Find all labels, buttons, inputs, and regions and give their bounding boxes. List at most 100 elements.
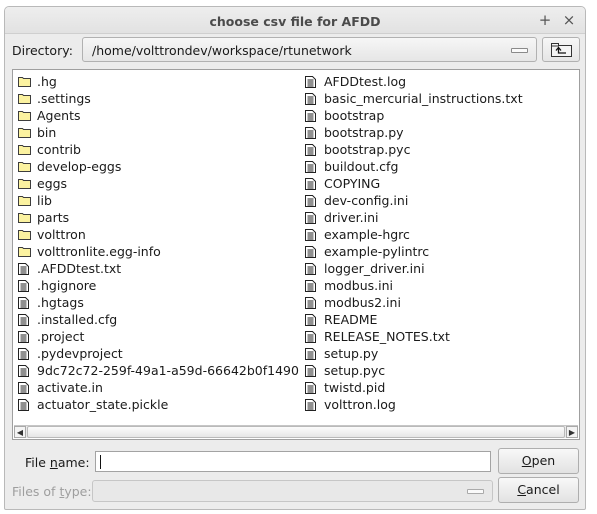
file-item[interactable]: activate.in (18, 379, 299, 396)
folder-item[interactable]: .settings (18, 90, 299, 107)
file-name: bootstrap.pyc (324, 142, 411, 157)
file-item[interactable]: .hgtags (18, 294, 299, 311)
file-name: AFDDtest.log (324, 74, 407, 89)
files-of-type-combo (92, 480, 493, 502)
cancel-button-mnemonic: C (517, 482, 527, 497)
file-item[interactable]: example-hgrc (305, 226, 523, 243)
document-icon (305, 209, 318, 226)
title-bar[interactable]: choose csv file for AFDD + × (5, 7, 585, 34)
file-item[interactable]: actuator_state.pickle (18, 396, 299, 413)
file-name: parts (37, 210, 70, 225)
folder-item[interactable]: volttron (18, 226, 299, 243)
document-icon (18, 260, 31, 277)
folder-item[interactable]: develop-eggs (18, 158, 299, 175)
file-name-label-mnemonic: n (49, 455, 58, 470)
file-column-left: .hg .settings Agents bin contrib develop-eggs… (18, 73, 299, 413)
file-item[interactable]: .hgignore (18, 277, 299, 294)
cancel-button[interactable]: Cancel (498, 477, 579, 503)
folder-item[interactable]: contrib (18, 141, 299, 158)
directory-combo[interactable]: /home/volttrondev/workspace/rtunetwork (82, 37, 537, 62)
open-button-mnemonic: O (521, 453, 532, 468)
document-icon (305, 396, 318, 413)
folder-icon (18, 209, 31, 226)
folder-icon (18, 192, 31, 209)
document-icon (305, 141, 318, 158)
folder-item[interactable]: lib (18, 192, 299, 209)
file-name-label-pre: File (25, 455, 50, 470)
file-name-input[interactable] (95, 451, 491, 472)
scroll-left-button[interactable]: ◀ (14, 426, 26, 438)
document-icon (18, 396, 31, 413)
document-icon (305, 226, 318, 243)
document-icon (305, 158, 318, 175)
file-item[interactable]: bootstrap.pyc (305, 141, 523, 158)
file-item[interactable]: README (305, 311, 523, 328)
file-name: volttron (37, 227, 86, 242)
document-icon (18, 277, 31, 294)
file-name: setup.pyc (324, 363, 386, 378)
file-name-label-post: ame: (57, 455, 90, 470)
file-item[interactable]: volttron.log (305, 396, 523, 413)
file-name: .installed.cfg (37, 312, 118, 327)
scroll-right-button[interactable]: ▶ (566, 426, 578, 438)
file-name: basic_mercurial_instructions.txt (324, 91, 523, 106)
file-item[interactable]: .pydevproject (18, 345, 299, 362)
file-item[interactable]: setup.py (305, 345, 523, 362)
document-icon (18, 379, 31, 396)
file-item[interactable]: modbus2.ini (305, 294, 523, 311)
folder-icon (18, 158, 31, 175)
directory-label: Directory: (12, 43, 73, 58)
file-item[interactable]: logger_driver.ini (305, 260, 523, 277)
file-item[interactable]: COPYING (305, 175, 523, 192)
file-item[interactable]: bootstrap (305, 107, 523, 124)
combo-handle-icon (467, 489, 484, 494)
file-name: Agents (37, 108, 81, 123)
file-name: .pydevproject (37, 346, 123, 361)
file-name: contrib (37, 142, 81, 157)
file-item[interactable]: driver.ini (305, 209, 523, 226)
file-item[interactable]: modbus.ini (305, 277, 523, 294)
document-icon (305, 107, 318, 124)
scrollbar-thumb[interactable] (27, 426, 565, 438)
file-item[interactable]: .project (18, 328, 299, 345)
file-name: buildout.cfg (324, 159, 399, 174)
folder-icon (18, 226, 31, 243)
file-name: activate.in (37, 380, 103, 395)
document-icon (305, 345, 318, 362)
file-item[interactable]: AFDDtest.log (305, 73, 523, 90)
document-icon (305, 260, 318, 277)
folder-icon (18, 243, 31, 260)
folder-item[interactable]: volttronlite.egg-info (18, 243, 299, 260)
horizontal-scrollbar[interactable]: ◀ ▶ (14, 425, 578, 438)
file-name: .hgignore (37, 278, 97, 293)
file-item[interactable]: dev-config.ini (305, 192, 523, 209)
folder-item[interactable]: eggs (18, 175, 299, 192)
file-name: volttronlite.egg-info (37, 244, 161, 259)
document-icon (18, 345, 31, 362)
close-button[interactable]: × (561, 12, 577, 28)
file-item[interactable]: RELEASE_NOTES.txt (305, 328, 523, 345)
file-item[interactable]: 9dc72c72-259f-49a1-a59d-66642b0f1490 (18, 362, 299, 379)
file-item[interactable]: twistd.pid (305, 379, 523, 396)
folder-item[interactable]: parts (18, 209, 299, 226)
file-item[interactable]: basic_mercurial_instructions.txt (305, 90, 523, 107)
file-item[interactable]: setup.pyc (305, 362, 523, 379)
file-item[interactable]: .AFDDtest.txt (18, 260, 299, 277)
maximize-button[interactable]: + (537, 12, 553, 28)
open-button[interactable]: Open (498, 448, 579, 474)
document-icon (18, 328, 31, 345)
document-icon (305, 73, 318, 90)
folder-item[interactable]: Agents (18, 107, 299, 124)
folder-item[interactable]: bin (18, 124, 299, 141)
file-name: dev-config.ini (324, 193, 409, 208)
file-item[interactable]: example-pylintrc (305, 243, 523, 260)
document-icon (305, 328, 318, 345)
file-list[interactable]: .hg .settings Agents bin contrib develop-eggs… (12, 69, 580, 440)
folder-item[interactable]: .hg (18, 73, 299, 90)
file-item[interactable]: .installed.cfg (18, 311, 299, 328)
file-item[interactable]: bootstrap.py (305, 124, 523, 141)
folder-icon (18, 141, 31, 158)
document-icon (305, 243, 318, 260)
file-item[interactable]: buildout.cfg (305, 158, 523, 175)
up-directory-button[interactable] (542, 37, 580, 62)
